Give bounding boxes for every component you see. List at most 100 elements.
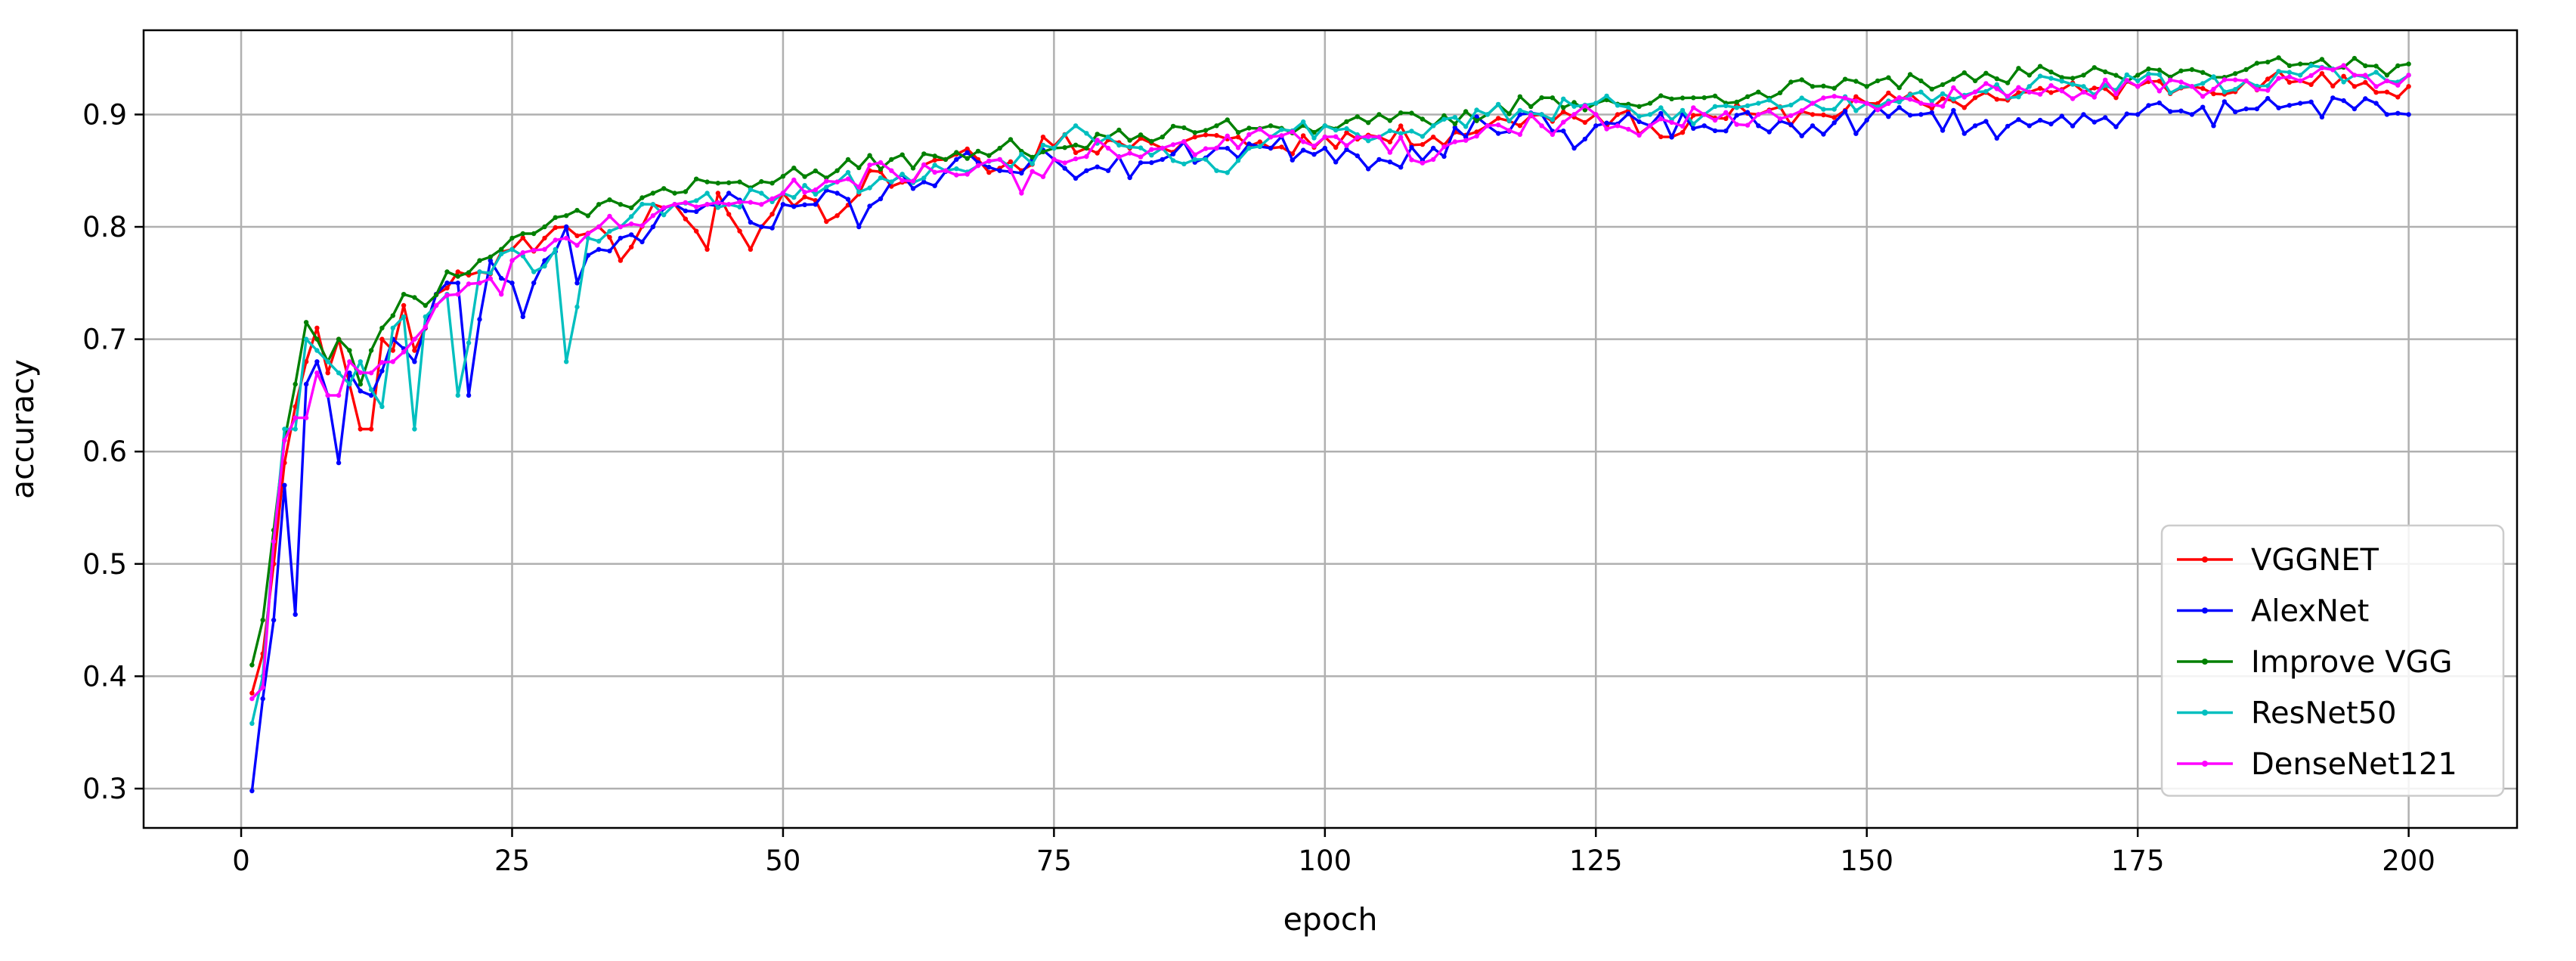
data-point (1062, 145, 1067, 150)
data-point (1864, 101, 1869, 106)
data-point (997, 145, 1002, 151)
data-point (683, 208, 689, 214)
data-point (1669, 135, 1674, 140)
data-point (2319, 57, 2325, 62)
data-point (650, 202, 656, 207)
data-point (1550, 116, 1556, 122)
x-tick-label: 25 (494, 845, 530, 877)
data-point (1734, 105, 1739, 110)
data-point (358, 359, 363, 364)
data-point (1084, 168, 1089, 173)
data-point (1138, 160, 1144, 166)
data-point (2189, 67, 2195, 73)
data-point (1810, 123, 1816, 129)
data-point (1561, 105, 1566, 110)
y-tick-label: 0.8 (82, 211, 127, 243)
data-point (271, 617, 277, 623)
data-point (2384, 78, 2390, 84)
data-point (1994, 76, 1999, 82)
data-point (1073, 156, 1079, 162)
data-point (1864, 117, 1869, 123)
data-point (1235, 158, 1241, 163)
data-point (2070, 123, 2076, 129)
data-point (466, 270, 472, 275)
data-point (1864, 84, 1869, 89)
series-densenet121 (249, 63, 2411, 702)
data-point (1452, 115, 1458, 120)
data-point (1268, 135, 1274, 140)
data-point (1463, 109, 1469, 114)
data-point (531, 269, 537, 274)
data-point (1398, 110, 1404, 116)
data-point (1333, 127, 1339, 133)
data-point (1972, 123, 1978, 129)
data-point (1723, 116, 1729, 121)
data-point (2026, 89, 2032, 95)
data-point (1669, 119, 1674, 126)
data-point (650, 213, 656, 219)
data-point (1658, 116, 1664, 122)
data-point (1691, 105, 1696, 110)
axes-layer: 0 25 50 75 100 125 150 175 200 0.3 0.4 0.5 0.6 0.7 0.8… (82, 29, 2519, 877)
data-point (2233, 109, 2238, 115)
legend-label: AlexNet (2251, 594, 2369, 629)
data-point (2016, 66, 2021, 71)
series-layer (249, 55, 2411, 794)
data-point (2319, 71, 2325, 76)
data-point (1712, 104, 1718, 109)
data-point (1821, 95, 1826, 101)
data-point (726, 191, 732, 196)
data-point (2005, 123, 2011, 129)
data-point (1745, 122, 1751, 128)
data-point (2406, 84, 2411, 89)
data-point (639, 195, 645, 200)
data-point (1246, 126, 1252, 131)
data-point (1734, 99, 1739, 105)
data-point (1961, 95, 1967, 100)
data-point (2178, 79, 2184, 85)
data-point (629, 214, 634, 219)
data-point (1160, 135, 1166, 140)
data-point (1094, 132, 1100, 137)
data-point (2373, 90, 2379, 95)
data-point (704, 202, 710, 207)
data-point (1777, 116, 1783, 122)
data-point (2037, 73, 2043, 79)
data-point (1355, 153, 1361, 159)
data-point (499, 292, 504, 297)
y-axis-label: accuracy (5, 359, 41, 499)
y-tick-label: 0.9 (82, 98, 127, 131)
data-point (2298, 78, 2303, 84)
legend: VGGNET AlexNet Improve VGG ResNet50 DenseNet… (2160, 524, 2505, 797)
data-point (368, 370, 374, 376)
data-point (1225, 170, 1231, 175)
data-point (704, 179, 710, 184)
data-point (856, 165, 862, 170)
data-point (2113, 91, 2119, 97)
data-point (564, 224, 569, 230)
data-point (748, 200, 754, 205)
data-point (759, 224, 764, 230)
data-point (1821, 107, 1826, 112)
data-point (1528, 104, 1534, 110)
data-point (1073, 123, 1079, 129)
data-point (1170, 142, 1176, 147)
data-point (2287, 79, 2293, 85)
data-point (2265, 95, 2271, 101)
data-point (520, 250, 525, 256)
data-point (1409, 129, 1414, 134)
data-point (1626, 126, 1631, 132)
data-point (802, 174, 807, 179)
data-point (759, 202, 764, 207)
data-point (2037, 64, 2043, 69)
data-point (1040, 135, 1046, 140)
data-point (1886, 90, 1891, 96)
data-point (618, 202, 624, 207)
data-point (607, 248, 612, 254)
data-point (401, 349, 407, 355)
data-point (1322, 135, 1328, 140)
data-point (1225, 145, 1231, 151)
data-point (845, 176, 851, 181)
data-point (2330, 67, 2336, 73)
data-point (1084, 145, 1089, 151)
